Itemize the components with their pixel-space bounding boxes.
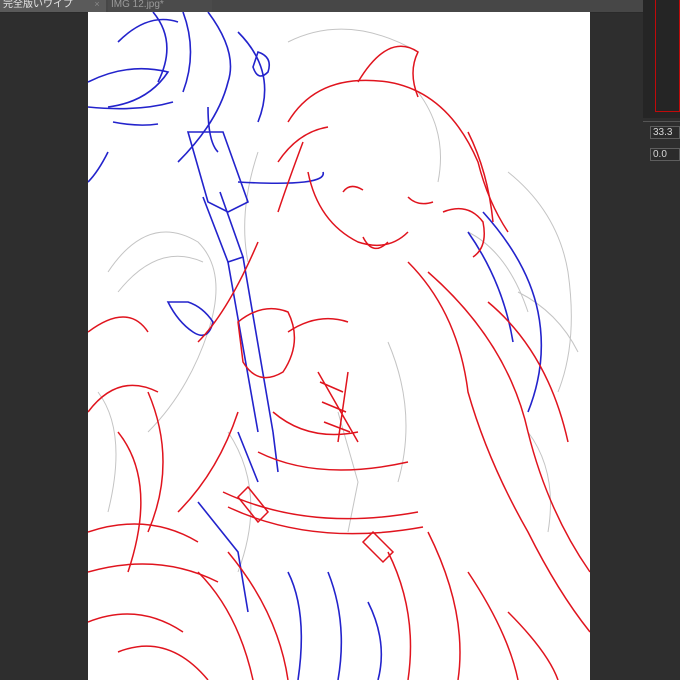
tab-label: 完全版いワイプ bbox=[3, 0, 73, 10]
zoom-field[interactable]: 33.3 bbox=[650, 126, 680, 139]
panel-divider bbox=[643, 121, 680, 122]
close-icon[interactable]: × bbox=[92, 0, 102, 10]
tab-document-2[interactable]: IMG 12.jpg* bbox=[108, 0, 212, 12]
drawing-canvas[interactable] bbox=[88, 12, 590, 680]
artwork bbox=[88, 12, 590, 680]
rotation-field[interactable]: 0.0 bbox=[650, 148, 680, 161]
tab-label: IMG 12.jpg* bbox=[111, 0, 164, 10]
red-line-layer bbox=[88, 45, 590, 680]
tab-document-1[interactable]: 完全版いワイプ × bbox=[0, 0, 106, 12]
navigator-view-frame[interactable] bbox=[655, 0, 680, 112]
